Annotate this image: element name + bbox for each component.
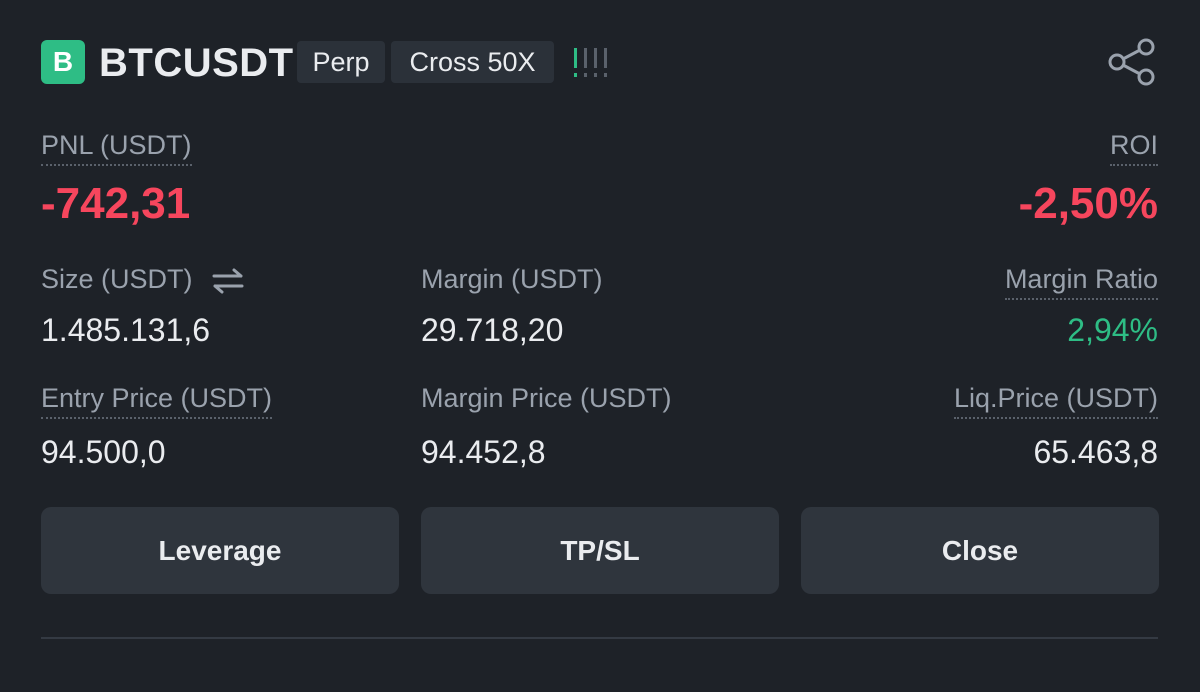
size-label: Size (USDT): [41, 264, 193, 294]
divider: [41, 637, 1158, 639]
pnl-label[interactable]: PNL (USDT): [41, 128, 192, 166]
cross-leverage-tag[interactable]: Cross 50X: [391, 41, 554, 83]
margin-price-value: 94.452,8: [421, 434, 546, 470]
symbol-title[interactable]: BTCUSDT: [99, 39, 294, 87]
margin-ratio-value: 2,94%: [1067, 312, 1158, 348]
liq-price-value: 65.463,8: [1033, 434, 1158, 470]
close-button[interactable]: Close: [801, 507, 1159, 594]
margin-value: 29.718,20: [421, 312, 564, 348]
perp-tag: Perp: [297, 41, 385, 83]
liq-price-label[interactable]: Liq.Price (USDT): [953, 381, 1158, 419]
leverage-button[interactable]: Leverage: [41, 507, 399, 594]
tpsl-button[interactable]: TP/SL: [421, 507, 779, 594]
coin-badge: B: [41, 40, 85, 84]
swap-arrows-icon[interactable]: [210, 267, 246, 295]
share-icon[interactable]: [1106, 38, 1158, 86]
roi-label[interactable]: ROI: [1109, 128, 1158, 166]
signal-strength-icon: [574, 48, 607, 77]
entry-price-value: 94.500,0: [41, 434, 166, 470]
margin-label: Margin (USDT): [421, 264, 603, 294]
pnl-value: -742,31: [41, 179, 191, 228]
margin-price-label: Margin Price (USDT): [421, 383, 672, 413]
margin-ratio-label[interactable]: Margin Ratio: [1004, 262, 1158, 300]
size-value: 1.485.131,6: [41, 312, 211, 348]
entry-price-label[interactable]: Entry Price (USDT): [41, 381, 273, 419]
size-label-wrap: Size (USDT): [41, 262, 246, 298]
roi-value: -2,50%: [1018, 179, 1158, 228]
